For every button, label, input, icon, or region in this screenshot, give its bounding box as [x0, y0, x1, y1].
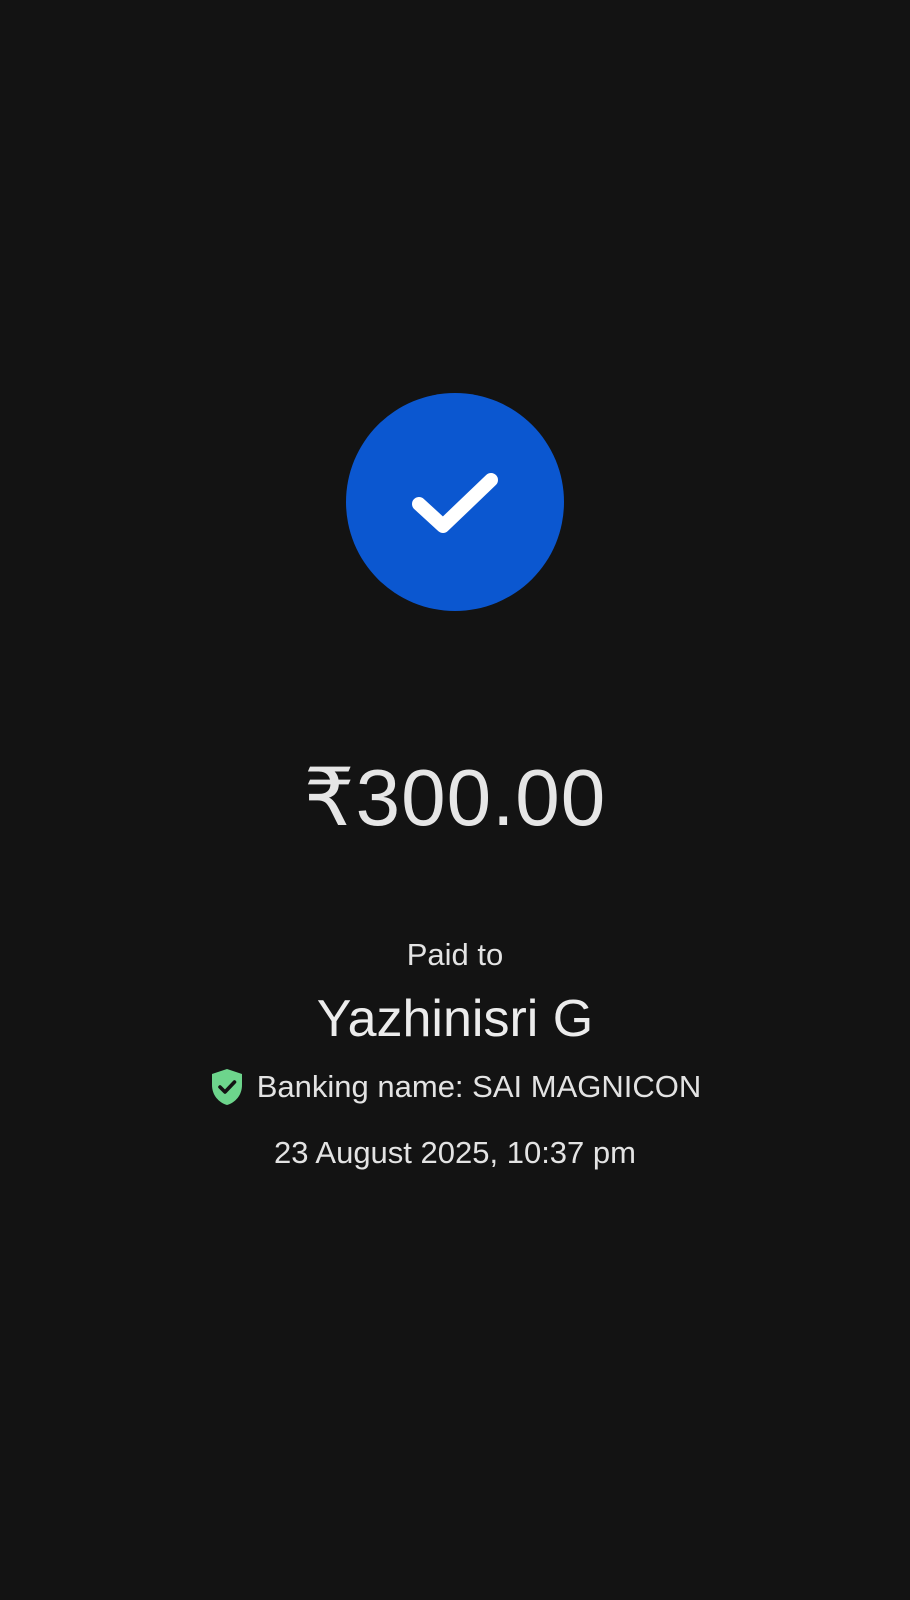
banking-name-row: Banking name: SAI MAGNICON [0, 1066, 910, 1108]
banking-name: Banking name: SAI MAGNICON [256, 1069, 702, 1104]
checkmark-icon [412, 473, 498, 533]
shield-check-icon [211, 1069, 242, 1105]
paid-to-label: Paid to [406, 937, 504, 972]
payment-success-badge [346, 393, 564, 611]
payee-name: Yazhinisri G [316, 990, 594, 1048]
payment-amount: ₹300.00 [303, 753, 607, 842]
payment-timestamp: 23 August 2025, 10:37 pm [274, 1135, 636, 1170]
